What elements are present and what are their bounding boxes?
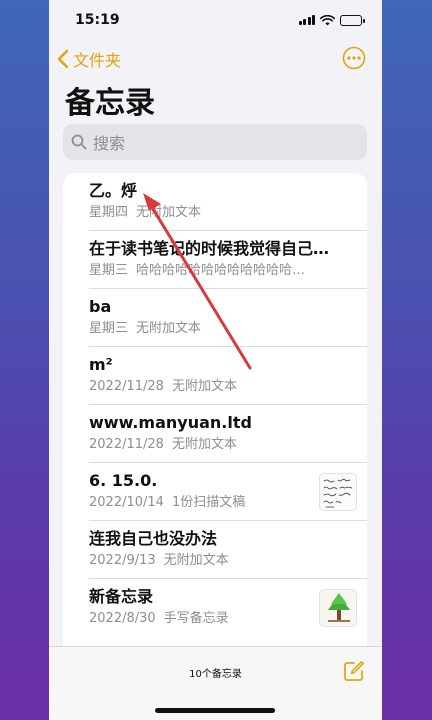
status-bar: 15:19 (49, 0, 382, 40)
status-time: 15:19 (75, 12, 120, 28)
note-subtitle: 2022/11/28 无附加文本 (89, 378, 351, 396)
note-title: 连我自己也没办法 (89, 529, 218, 548)
note-preview: 无附加文本 (163, 553, 229, 568)
note-date: 2022/11/28 (89, 437, 164, 452)
note-preview: 无附加文本 (171, 379, 237, 394)
note-preview: 1份扫描文稿 (171, 495, 246, 510)
search-placeholder: 搜索 (93, 134, 126, 153)
chevron-left-icon (57, 49, 69, 69)
note-preview: 哈哈哈哈哈哈哈哈哈哈哈哈… (136, 263, 306, 278)
note-title: m² (89, 355, 113, 374)
list-item[interactable]: www.manyuan.ltd 2022/11/28 无附加文本 (63, 405, 367, 463)
note-date: 2022/8/30 (89, 611, 156, 626)
list-item[interactable]: ba 星期三 无附加文本 (63, 289, 367, 347)
note-title: ba (89, 297, 112, 316)
note-title: www.manyuan.ltd (89, 413, 252, 432)
note-preview: 无附加文本 (171, 437, 237, 452)
notes-list: 乙。烀 星期四 无附加文本 在于读书笔记的时候我觉得自己… 星期三 哈哈哈哈哈哈哈哈… (63, 173, 367, 653)
home-indicator (155, 708, 275, 713)
list-item[interactable]: 乙。烀 星期四 无附加文本 (63, 173, 367, 231)
note-date: 星期三 (89, 263, 129, 278)
compose-icon[interactable] (342, 659, 366, 683)
note-subtitle: 2022/8/30 手写备忘录 (89, 610, 299, 628)
list-item[interactable]: m² 2022/11/28 无附加文本 (63, 347, 367, 405)
note-date: 2022/10/14 (89, 495, 164, 510)
note-title: 新备忘录 (89, 587, 154, 606)
note-date: 星期四 (89, 205, 129, 220)
search-field[interactable]: 搜索 (63, 124, 367, 160)
back-button[interactable]: 文件夹 (57, 47, 121, 71)
note-subtitle: 星期三 无附加文本 (89, 320, 351, 338)
cellular-signal-icon (298, 15, 315, 25)
page-title: 备忘录 (65, 86, 155, 121)
bottom-toolbar: 10个备忘录 (49, 646, 382, 720)
scanned-document-thumbnail (319, 473, 357, 511)
note-subtitle: 2022/10/14 1份扫描文稿 (89, 494, 299, 512)
note-subtitle: 星期三 哈哈哈哈哈哈哈哈哈哈哈哈… (89, 262, 351, 280)
note-title: 乙。烀 (89, 181, 138, 200)
note-title: 6. 15.0. (89, 471, 158, 490)
ellipsis-circle-icon[interactable] (342, 46, 366, 70)
list-item[interactable]: 在于读书笔记的时候我觉得自己… 星期三 哈哈哈哈哈哈哈哈哈哈哈哈… (63, 231, 367, 289)
note-title: 在于读书笔记的时候我觉得自己… (89, 239, 330, 258)
note-subtitle: 2022/11/28 无附加文本 (89, 436, 351, 454)
note-date: 2022/11/28 (89, 379, 164, 394)
note-preview: 手写备忘录 (163, 611, 229, 626)
note-subtitle: 星期四 无附加文本 (89, 204, 351, 222)
note-preview: 无附加文本 (136, 321, 202, 336)
notes-count: 10个备忘录 (189, 669, 242, 680)
note-preview: 无附加文本 (136, 205, 202, 220)
note-subtitle: 2022/9/13 无附加文本 (89, 552, 351, 570)
note-date: 星期三 (89, 321, 129, 336)
notes-app-screen: 15:19 文件夹 备忘录 搜索 乙。烀 星期四 无附加文本 在于读书笔记的时候… (49, 0, 382, 720)
back-button-label: 文件夹 (73, 51, 122, 70)
list-item[interactable]: 新备忘录 2022/8/30 手写备忘录 (63, 579, 367, 637)
status-icons (298, 14, 365, 26)
search-icon (71, 134, 87, 150)
battery-icon (340, 14, 365, 26)
wifi-icon (320, 14, 335, 25)
list-item[interactable]: 连我自己也没办法 2022/9/13 无附加文本 (63, 521, 367, 579)
tree-drawing-thumbnail (319, 589, 357, 627)
navigation-bar: 文件夹 (49, 44, 382, 72)
note-date: 2022/9/13 (89, 553, 156, 568)
list-item[interactable]: 6. 15.0. 2022/10/14 1份扫描文稿 (63, 463, 367, 521)
